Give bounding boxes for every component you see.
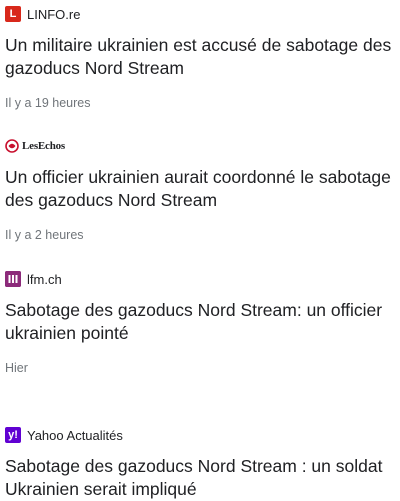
source-row: y! Yahoo Actualités [5,425,397,445]
source-name: Yahoo Actualités [27,427,123,443]
lesechos-logo-icon [5,139,19,153]
source-row: L LINFO.re [5,4,397,24]
article-timestamp: Il y a 2 heures [5,228,84,242]
source-name: LINFO.re [27,6,81,22]
news-article[interactable]: lfm.ch Sabotage des gazoducs Nord Stream… [5,269,397,375]
article-timestamp: Il y a 19 heures [5,96,91,110]
source-row: lfm.ch [5,269,397,289]
linfo-logo-icon: L [5,6,21,22]
news-article[interactable]: y! Yahoo Actualités Sabotage des gazoduc… [5,425,397,501]
source-name: LesEchos [22,140,66,152]
article-headline[interactable]: Sabotage des gazoducs Nord Stream : un s… [5,455,397,501]
article-headline[interactable]: Un officier ukrainien aurait coordonné l… [5,166,397,212]
yahoo-logo-icon: y! [5,427,21,443]
article-timestamp: Hier [5,361,28,375]
lfm-mark-icon [5,271,21,287]
article-headline[interactable]: Sabotage des gazoducs Nord Stream: un of… [5,299,397,345]
article-headline[interactable]: Un militaire ukrainien est accusé de sab… [5,34,397,80]
lesechos-mark-icon [5,139,19,153]
news-article[interactable]: L LINFO.re Un militaire ukrainien est ac… [5,4,397,110]
news-article[interactable]: LesEchos Un officier ukrainien aurait co… [5,136,397,242]
lfm-logo-icon [5,271,21,287]
source-row: LesEchos [5,136,397,156]
source-name: lfm.ch [27,271,62,287]
